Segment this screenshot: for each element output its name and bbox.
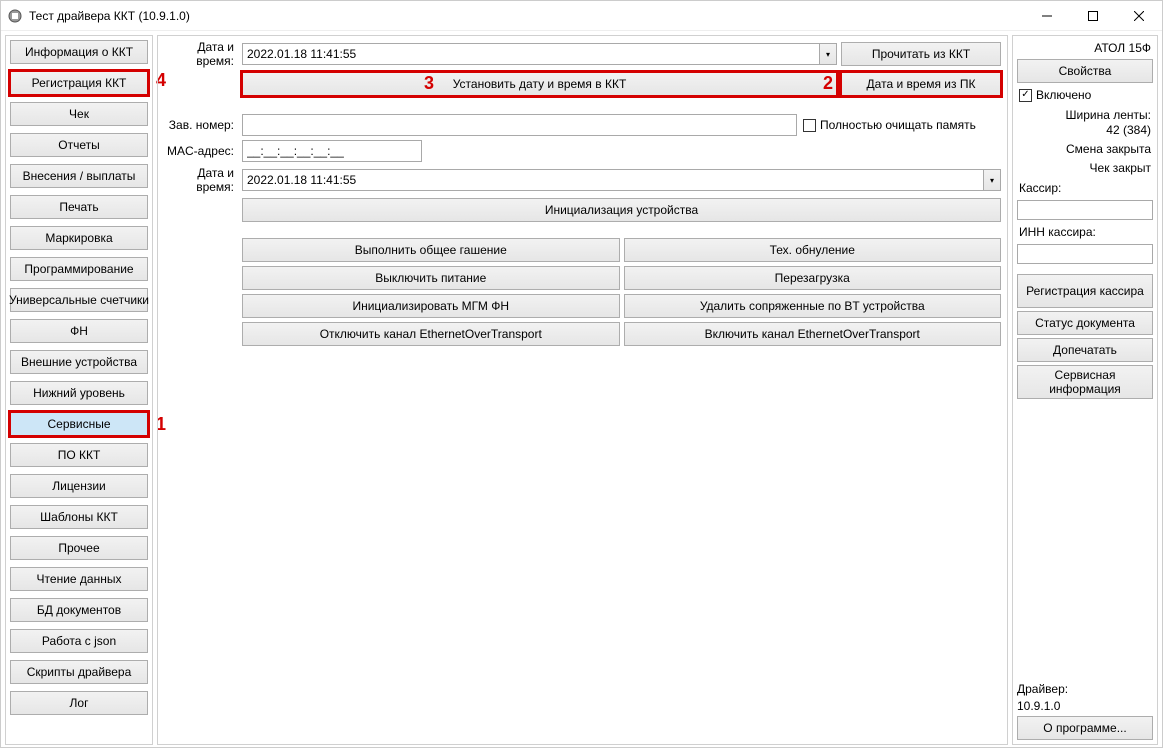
sidebar-item-log[interactable]: Лог (10, 691, 148, 715)
shift-status: Смена закрыта (1017, 141, 1153, 157)
about-button[interactable]: О программе... (1017, 716, 1153, 740)
maximize-button[interactable] (1070, 1, 1116, 31)
register-cashier-button[interactable]: Регистрация кассира (1017, 274, 1153, 308)
checkbox-icon (803, 119, 816, 132)
datetime-label-2: Дата и время: (164, 166, 238, 194)
sidebar-item-marking[interactable]: Маркировка (10, 226, 148, 250)
service-info-button[interactable]: Сервисная информация (1017, 365, 1153, 399)
cashier-input[interactable] (1017, 200, 1153, 220)
datetime-from-pc-button[interactable]: Дата и время из ПК (841, 72, 1001, 96)
annotation-3: 3 (424, 73, 434, 94)
general-cancel-button[interactable]: Выполнить общее гашение (242, 238, 620, 262)
sidebar-item-licenses[interactable]: Лицензии (10, 474, 148, 498)
driver-version: 10.9.1.0 (1017, 699, 1153, 713)
center-panel: Дата и время: ▾ Прочитать из ККТ Установ… (157, 35, 1008, 745)
datetime-label-1: Дата и время: (164, 40, 238, 68)
sidebar-item-firmware[interactable]: ПО ККТ (10, 443, 148, 467)
sidebar-item-info[interactable]: Информация о ККТ (10, 40, 148, 64)
tape-width-value: 42 (384) (1017, 122, 1153, 138)
doc-status-button[interactable]: Статус документа (1017, 311, 1153, 335)
minimize-button[interactable] (1024, 1, 1070, 31)
enable-eot-button[interactable]: Включить канал EthernetOverTransport (624, 322, 1002, 346)
init-device-button[interactable]: Инициализация устройства (242, 198, 1001, 222)
reprint-button[interactable]: Допечатать (1017, 338, 1153, 362)
sidebar-item-templates[interactable]: Шаблоны ККТ (10, 505, 148, 529)
sidebar-item-fn[interactable]: ФН (10, 319, 148, 343)
check-icon: ✓ (1019, 89, 1032, 102)
sidebar-item-readdata[interactable]: Чтение данных (10, 567, 148, 591)
app-icon (7, 8, 23, 24)
sidebar-item-check[interactable]: Чек (10, 102, 148, 126)
sidebar-item-reports[interactable]: Отчеты (10, 133, 148, 157)
sidebar-item-lowlevel[interactable]: Нижний уровень (10, 381, 148, 405)
inn-label: ИНН кассира: (1017, 223, 1153, 241)
annotation-2: 2 (823, 73, 833, 94)
inn-input[interactable] (1017, 244, 1153, 264)
sidebar-item-json[interactable]: Работа с json (10, 629, 148, 653)
serial-input[interactable] (242, 114, 797, 136)
reboot-button[interactable]: Перезагрузка (624, 266, 1002, 290)
set-datetime-kkt-button[interactable]: Установить дату и время в ККТ (242, 72, 837, 96)
remove-bt-button[interactable]: Удалить сопряженные по BT устройства (624, 294, 1002, 318)
properties-button[interactable]: Свойства (1017, 59, 1153, 83)
sidebar-item-scripts[interactable]: Скрипты драйвера (10, 660, 148, 684)
sidebar-item-registration[interactable]: Регистрация ККТ (10, 71, 148, 95)
right-panel: АТОЛ 15Ф Свойства ✓ Включено Ширина лент… (1012, 35, 1158, 745)
device-name: АТОЛ 15Ф (1017, 40, 1153, 56)
datetime-dropdown-2[interactable]: ▾ (983, 169, 1001, 191)
read-from-kkt-button[interactable]: Прочитать из ККТ (841, 42, 1001, 66)
init-mgm-fn-button[interactable]: Инициализировать МГМ ФН (242, 294, 620, 318)
left-sidebar: Информация о ККТ Регистрация ККТ Чек Отч… (5, 35, 153, 745)
sidebar-item-external[interactable]: Внешние устройства (10, 350, 148, 374)
power-off-button[interactable]: Выключить питание (242, 266, 620, 290)
driver-label: Драйвер: (1017, 682, 1153, 696)
cashier-label: Кассир: (1017, 179, 1153, 197)
datetime-input-1[interactable] (242, 43, 819, 65)
mac-label: MAC-адрес: (164, 144, 238, 158)
sidebar-item-programming[interactable]: Программирование (10, 257, 148, 281)
window-title: Тест драйвера ККТ (10.9.1.0) (29, 9, 190, 23)
sidebar-item-service[interactable]: Сервисные (10, 412, 148, 436)
check-status: Чек закрыт (1017, 160, 1153, 176)
sidebar-item-counters[interactable]: Универсальные счетчики (10, 288, 148, 312)
sidebar-item-docdb[interactable]: БД документов (10, 598, 148, 622)
disable-eot-button[interactable]: Отключить канал EthernetOverTransport (242, 322, 620, 346)
datetime-input-2[interactable] (242, 169, 983, 191)
datetime-dropdown-1[interactable]: ▾ (819, 43, 837, 65)
sidebar-item-other[interactable]: Прочее (10, 536, 148, 560)
tape-width-label: Ширина ленты: (1017, 107, 1153, 123)
sidebar-item-deposits[interactable]: Внесения / выплаты (10, 164, 148, 188)
enabled-checkbox[interactable]: ✓ Включено (1017, 86, 1153, 104)
serial-label: Зав. номер: (164, 118, 238, 132)
clear-memory-checkbox[interactable]: Полностью очищать память (801, 116, 1001, 134)
close-button[interactable] (1116, 1, 1162, 31)
sidebar-item-print[interactable]: Печать (10, 195, 148, 219)
mac-input[interactable] (242, 140, 422, 162)
tech-reset-button[interactable]: Тех. обнуление (624, 238, 1002, 262)
